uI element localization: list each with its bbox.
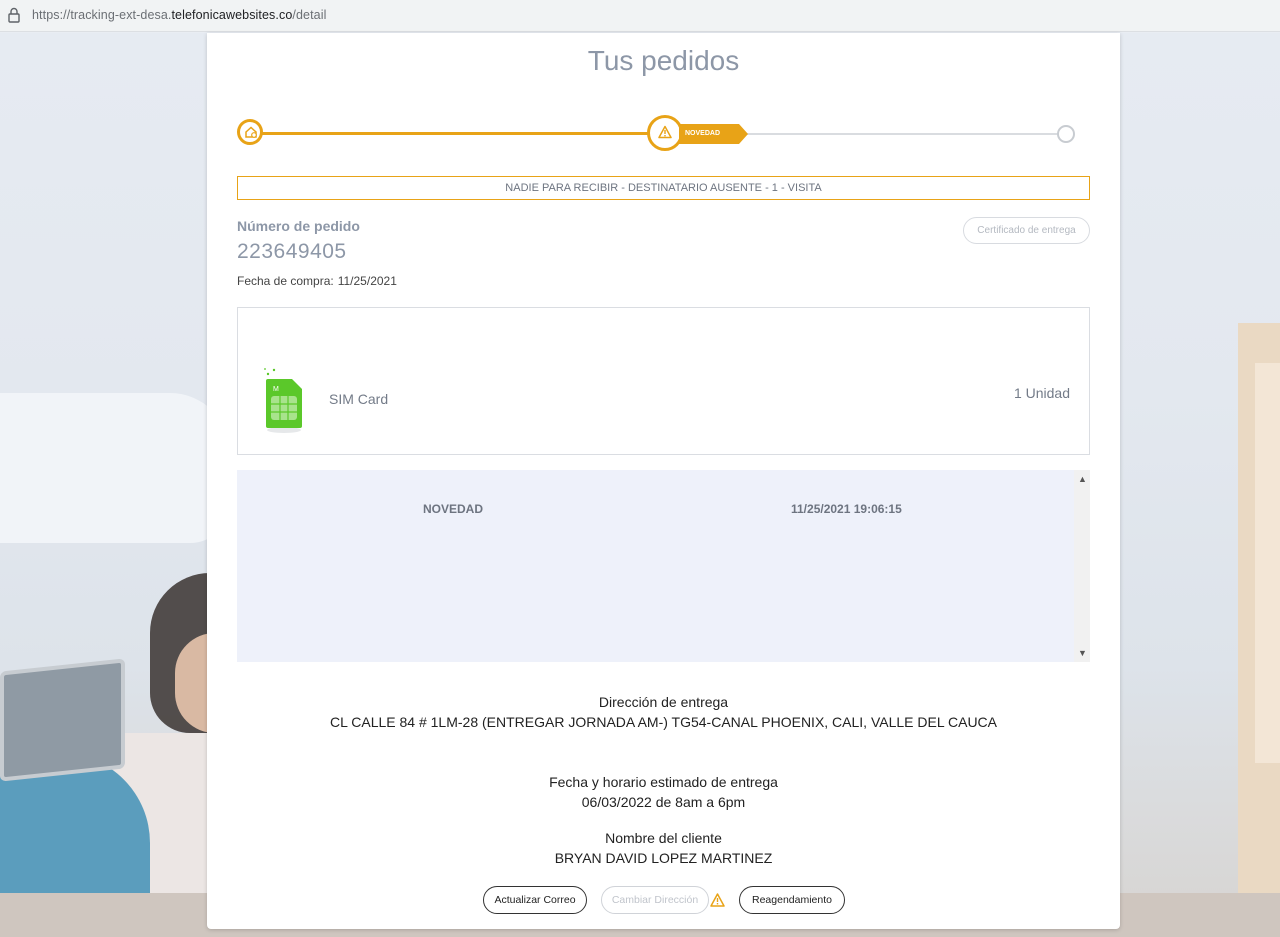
delivery-schedule-section: Fecha y horario estimado de entrega 06/0…	[207, 772, 1120, 812]
house-icon	[245, 126, 257, 138]
update-email-button[interactable]: Actualizar Correo	[483, 886, 587, 914]
client-name-label: Nombre del cliente	[605, 830, 722, 846]
progress-line-pending	[732, 133, 1062, 135]
scroll-down-icon[interactable]: ▼	[1078, 648, 1087, 658]
status-history-panel[interactable]: NOVEDAD 11/25/2021 19:06:15 ▲ ▼	[237, 470, 1090, 662]
delivery-schedule-label: Fecha y horario estimado de entrega	[549, 774, 778, 790]
page-title: Tus pedidos	[587, 45, 740, 76]
current-step-label: NOVEDAD	[679, 124, 748, 144]
product-quantity: 1 Unidad	[1013, 385, 1070, 401]
order-detail-card: Tus pedidos NOVEDAD NADIE PARA RECIBIR -…	[207, 33, 1120, 929]
purchase-date-label: Fecha de compra:	[237, 274, 334, 288]
warning-icon	[710, 893, 725, 907]
step-delivered	[1057, 125, 1075, 143]
purchase-date: Fecha de compra: 11/25/2021	[237, 274, 397, 288]
svg-text:M: M	[273, 386, 279, 393]
client-section: Nombre del cliente BRYAN DAVID LOPEZ MAR…	[207, 828, 1120, 868]
history-status: NOVEDAD	[423, 502, 484, 516]
reschedule-button[interactable]: Reagendamiento	[739, 886, 845, 914]
url-text[interactable]: https://tracking-ext-desa.telefonicawebs…	[32, 8, 326, 22]
scroll-up-icon[interactable]: ▲	[1078, 474, 1087, 484]
history-datetime: 11/25/2021 19:06:15	[791, 502, 902, 516]
product-item: M SIM Card 1 Unidad	[237, 307, 1090, 455]
step-ordered	[237, 119, 263, 145]
delivery-address-section: Dirección de entrega CL CALLE 84 # 1LM-2…	[207, 692, 1120, 732]
product-name: SIM Card	[329, 391, 389, 407]
delivery-address-label: Dirección de entrega	[598, 694, 729, 710]
progress-line-complete	[251, 132, 651, 135]
delivery-certificate-button[interactable]: Certificado de entrega	[963, 217, 1090, 244]
address-bar[interactable]: https://tracking-ext-desa.telefonicawebs…	[0, 0, 1280, 32]
client-name: BRYAN DAVID LOPEZ MARTINEZ	[554, 850, 773, 866]
alert-message: NADIE PARA RECIBIR - DESTINATARIO AUSENT…	[237, 176, 1090, 200]
lock-icon	[8, 7, 20, 23]
warning-icon	[658, 125, 672, 139]
order-number: 223649405	[237, 240, 347, 263]
purchase-date-value: 11/25/2021	[337, 274, 397, 288]
change-address-button[interactable]: Cambiar Dirección	[601, 886, 709, 914]
delivery-schedule: 06/03/2022 de 8am a 6pm	[581, 794, 746, 810]
order-number-label: Número de pedido	[237, 218, 360, 234]
delivery-address: CL CALLE 84 # 1LM-28 (ENTREGAR JORNADA A…	[329, 714, 998, 730]
history-scrollbar[interactable]: ▲ ▼	[1074, 470, 1090, 662]
step-current	[647, 115, 683, 151]
sim-card-icon: M	[264, 368, 302, 433]
